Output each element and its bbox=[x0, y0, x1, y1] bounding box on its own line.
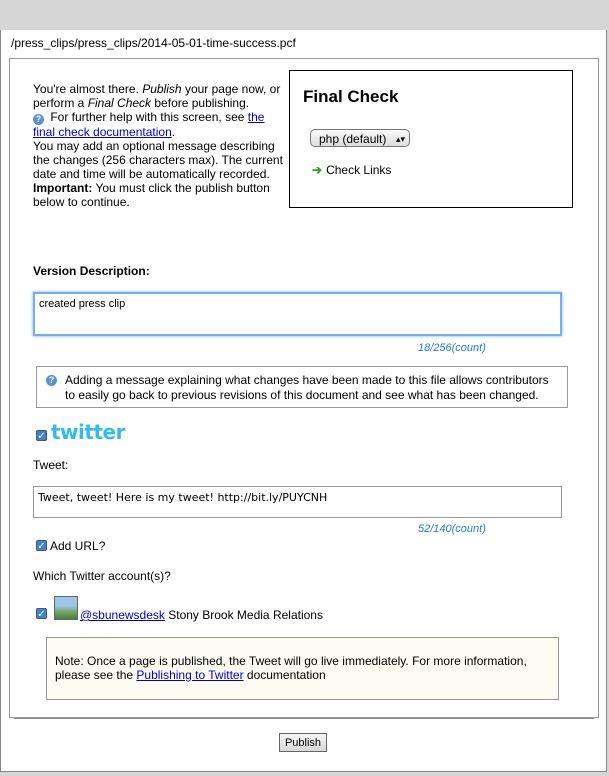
final-check-box: Final Check php (default) ▴▾ ➔ Check Link… bbox=[289, 70, 573, 208]
add-url-label: Add URL? bbox=[50, 539, 106, 553]
intro-line-c: before publishing. bbox=[151, 96, 250, 110]
twitter-account: @sbunewsdesk Stony Brook Media Relations bbox=[80, 608, 323, 622]
twitter-logo: twitter bbox=[51, 420, 125, 444]
info-icon: ? bbox=[46, 375, 57, 386]
help-text-end: . bbox=[171, 125, 176, 139]
message-info: You may add an optional message describi… bbox=[33, 139, 283, 181]
twitter-checkbox[interactable]: ✓ bbox=[36, 430, 47, 442]
add-url-checkbox[interactable]: ✓ bbox=[36, 540, 47, 552]
top-bar bbox=[0, 0, 609, 30]
check-links-button[interactable]: ➔ Check Links bbox=[312, 163, 391, 177]
php-version-select[interactable]: php (default) ▴▾ bbox=[310, 129, 410, 147]
twitter-accounts-label: Which Twitter account(s)? bbox=[33, 569, 171, 583]
account-name: Stony Brook Media Relations bbox=[164, 608, 323, 622]
arrow-right-icon: ➔ bbox=[312, 163, 323, 177]
publish-button[interactable]: Publish bbox=[279, 733, 327, 752]
account-handle-link[interactable]: @sbunewsdesk bbox=[80, 608, 165, 622]
publishing-to-twitter-link[interactable]: Publishing to Twitter bbox=[136, 668, 243, 682]
divider bbox=[14, 718, 594, 719]
intro-publish-em: Publish bbox=[142, 82, 182, 96]
intro-text: You're almost there. Publish your page n… bbox=[33, 82, 283, 209]
intro-final-check-em: Final Check bbox=[87, 96, 152, 110]
intro-line-a: You're almost there. bbox=[33, 82, 143, 96]
check-links-label: Check Links bbox=[326, 163, 392, 177]
version-char-count: 18/256(count) bbox=[418, 342, 486, 354]
info-message-box: ? Adding a message explaining what chang… bbox=[36, 366, 568, 408]
tweet-input[interactable]: Tweet, tweet! Here is my tweet! http://b… bbox=[33, 486, 562, 518]
file-path: /press_clips/press_clips/2014-05-01-time… bbox=[0, 30, 607, 52]
help-icon: ? bbox=[33, 114, 44, 125]
twitter-note-box: Note: Once a page is published, the Twee… bbox=[46, 637, 559, 700]
account-checkbox[interactable]: ✓ bbox=[36, 608, 47, 620]
help-text: For further help with this screen, see bbox=[47, 110, 248, 124]
tweet-label: Tweet: bbox=[33, 458, 69, 472]
final-check-title: Final Check bbox=[303, 87, 399, 106]
note-text-end: documentation bbox=[243, 668, 326, 682]
select-arrows-icon: ▴▾ bbox=[395, 134, 405, 144]
version-description-input[interactable]: created press clip bbox=[33, 292, 562, 336]
account-avatar bbox=[54, 596, 78, 620]
version-description-label: Version Description: bbox=[33, 264, 150, 278]
important-label: Important: bbox=[33, 181, 93, 195]
tweet-char-count: 52/140(count) bbox=[418, 523, 486, 535]
select-value: php (default) bbox=[319, 132, 387, 146]
info-message-text: Adding a message explaining what changes… bbox=[65, 373, 549, 402]
